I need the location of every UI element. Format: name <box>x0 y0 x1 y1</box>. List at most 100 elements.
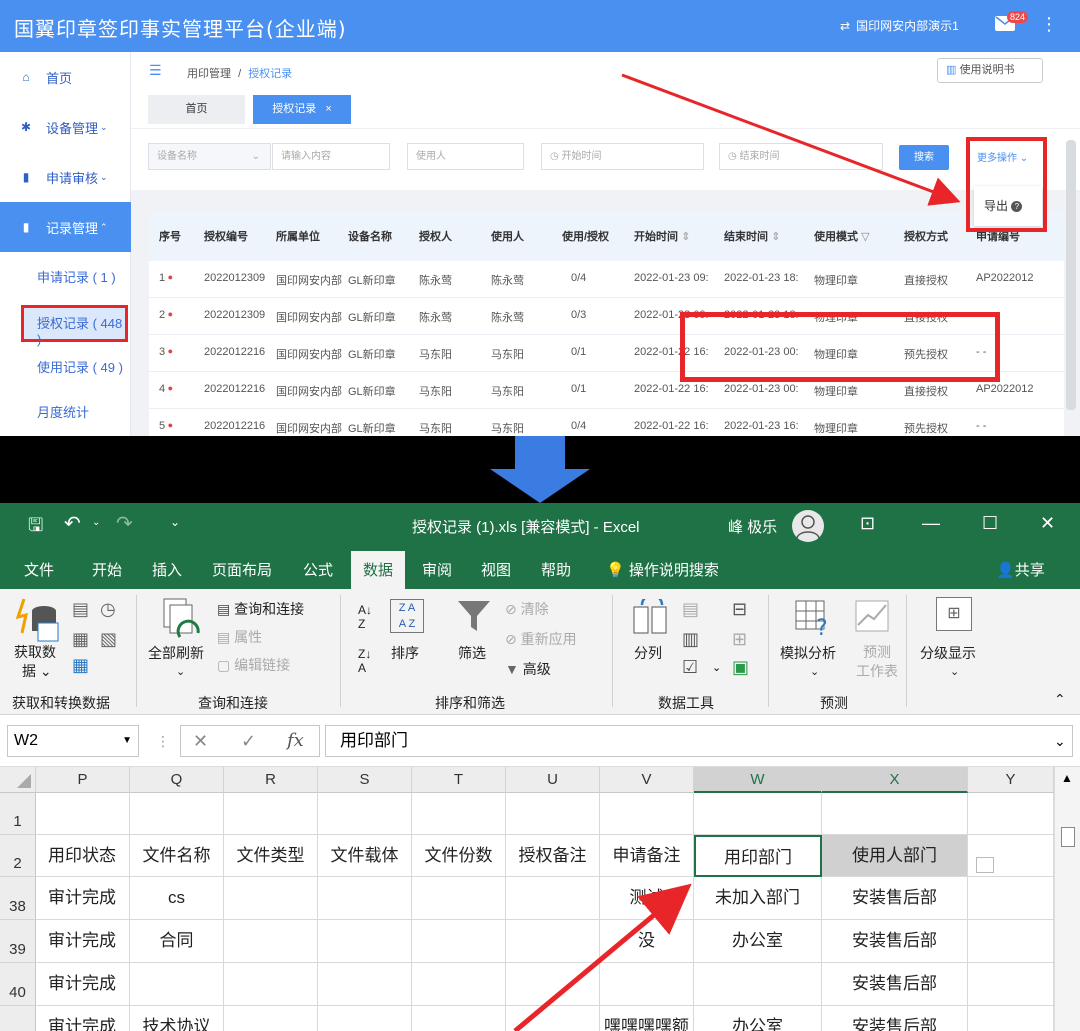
export-menu-item[interactable]: 导出 ? <box>974 186 1042 226</box>
spreadsheet-cell[interactable] <box>694 793 822 835</box>
close-icon[interactable]: ✕ <box>1040 513 1055 534</box>
th-start-time[interactable]: 开始时间 ⇕ <box>634 228 714 244</box>
spreadsheet-cell[interactable]: cs <box>130 877 224 920</box>
quick-analysis-icon[interactable] <box>976 857 994 873</box>
tab-data[interactable]: 数据 <box>351 551 406 589</box>
spreadsheet-cell[interactable] <box>224 793 318 835</box>
share-button[interactable]: 👤共享 <box>996 559 1045 580</box>
insert-function-icon[interactable]: fx <box>287 726 304 756</box>
save-icon[interactable]: 🖫 <box>28 513 43 543</box>
spreadsheet-cell[interactable]: 没 <box>600 920 694 963</box>
search-button[interactable]: 搜索 <box>899 145 949 170</box>
consolidate-icon[interactable]: ⊟ <box>732 599 747 620</box>
sidebar-item-home[interactable]: ⌂ 首页 <box>0 52 131 102</box>
table-row[interactable]: 1 ● 2022012309 国印网安内部 GL新印章 陈永莺 陈永莺 0/4 2022-01… <box>149 261 1064 298</box>
caret-down-icon[interactable]: ▼ <box>122 726 132 756</box>
sidebar-item-review[interactable]: ▮ 申请审核 ⌄ <box>0 152 131 202</box>
sort-button[interactable]: 排序 <box>391 643 419 663</box>
sidebar-sub-auth-records[interactable]: 授权记录 ( 448 ) <box>37 313 130 347</box>
spreadsheet-cell[interactable]: 用印部门 <box>694 835 822 877</box>
tab-formulas[interactable]: 公式 <box>303 559 333 580</box>
maximize-icon[interactable]: ☐ <box>982 513 998 534</box>
chevron-down-icon[interactable]: ⌄ <box>810 665 819 678</box>
spreadsheet-cell[interactable]: 技术协议 <box>130 1006 224 1031</box>
spreadsheet-cell[interactable] <box>318 1006 412 1031</box>
spreadsheet-cell[interactable] <box>36 793 130 835</box>
drag-handle-icon[interactable]: ⋮ <box>156 733 170 750</box>
spreadsheet-cell[interactable] <box>968 877 1054 920</box>
chevron-down-icon[interactable]: ⌄ <box>712 661 721 674</box>
spreadsheet-cell[interactable] <box>130 963 224 1006</box>
spreadsheet-cell[interactable] <box>968 963 1054 1006</box>
select-all-corner[interactable] <box>0 767 36 793</box>
properties-button[interactable]: ▤ 属性 <box>217 627 262 647</box>
sidebar-sub-use-records[interactable]: 使用记录 ( 49 ) <box>37 357 123 376</box>
table-row[interactable]: 5 ● 2022012216 国印网安内部 GL新印章 马东阳 马东阳 0/4 2022-01… <box>149 409 1064 436</box>
ribbon-display-icon[interactable]: ⊡ <box>860 513 875 534</box>
edit-links-button[interactable]: ▢ 编辑链接 <box>217 655 290 675</box>
sort-icon[interactable]: ⇕ <box>681 231 690 243</box>
spreadsheet-cell[interactable] <box>968 793 1054 835</box>
data-validation-icon[interactable]: ☑ <box>682 657 698 678</box>
get-data-button[interactable]: 获取数据 ⌄ <box>14 643 56 681</box>
spreadsheet-cell[interactable]: 使用人部门 <box>822 835 968 877</box>
spreadsheet-cell[interactable]: 文件载体 <box>318 835 412 877</box>
vertical-scrollbar[interactable]: ▲ <box>1054 767 1080 1031</box>
spreadsheet-cell[interactable]: 审计完成 <box>36 1006 130 1031</box>
menu-toggle-icon[interactable]: ☰ <box>149 62 162 79</box>
sort-za-button[interactable]: Z↓ A <box>358 647 371 675</box>
tab-view[interactable]: 视图 <box>481 559 511 580</box>
breadcrumb-parent[interactable]: 用印管理 <box>187 68 231 80</box>
column-header-x[interactable]: X <box>822 767 968 793</box>
spreadsheet-cell[interactable] <box>412 920 506 963</box>
row-header[interactable]: 38 <box>0 877 36 920</box>
start-time-input[interactable]: ◷ 开始时间 <box>541 143 704 170</box>
scrollbar[interactable] <box>1066 140 1076 410</box>
name-box[interactable]: W2 ▼ <box>7 725 139 757</box>
reapply-button[interactable]: ⊘ 重新应用 <box>505 629 577 649</box>
collapse-ribbon-icon[interactable]: ⌃ <box>1054 691 1066 708</box>
spreadsheet-cell[interactable]: 授权备注 <box>506 835 600 877</box>
sort-icon[interactable]: ⇕ <box>771 231 780 243</box>
formula-input[interactable]: 用印部门 <box>325 725 1073 757</box>
data-model-icon[interactable]: ▣ <box>732 657 749 678</box>
scroll-thumb[interactable] <box>1061 827 1075 847</box>
chevron-down-icon[interactable]: ⌄ <box>950 665 959 678</box>
tab-review[interactable]: 审阅 <box>422 559 452 580</box>
spreadsheet-cell[interactable] <box>968 920 1054 963</box>
spreadsheet-cell[interactable] <box>224 1006 318 1031</box>
spreadsheet-cell[interactable]: 安装售后部 <box>822 1006 968 1031</box>
spreadsheet-cell[interactable] <box>506 920 600 963</box>
end-time-input[interactable]: ◷ 结束时间 <box>719 143 883 170</box>
spreadsheet-cell[interactable] <box>822 793 968 835</box>
spreadsheet-cell[interactable] <box>224 963 318 1006</box>
remove-duplicates-icon[interactable]: ▥ <box>682 629 699 650</box>
customize-qat-icon[interactable]: ⌄ <box>170 515 180 529</box>
spreadsheet-cell[interactable] <box>412 1006 506 1031</box>
spreadsheet-cell[interactable] <box>600 963 694 1006</box>
chevron-down-icon[interactable]: ⌄ <box>92 517 100 528</box>
column-header-t[interactable]: T <box>412 767 506 793</box>
spreadsheet-cell[interactable] <box>412 963 506 1006</box>
queries-connections-button[interactable]: ▤ 查询和连接 <box>217 599 304 619</box>
expand-formula-icon[interactable]: ⌄ <box>1054 733 1066 750</box>
column-header-s[interactable]: S <box>318 767 412 793</box>
flash-fill-icon[interactable]: ▤ <box>682 599 699 620</box>
from-text-icon[interactable]: ▤ <box>72 599 89 620</box>
spreadsheet-cell[interactable]: 审计完成 <box>36 963 130 1006</box>
chevron-down-icon[interactable]: ⌄ <box>176 665 185 678</box>
keyword-input[interactable]: 请输入内容 <box>272 143 390 170</box>
spreadsheet-cell[interactable] <box>318 793 412 835</box>
spreadsheet-cell[interactable] <box>506 877 600 920</box>
cancel-icon[interactable]: ✕ <box>193 726 208 756</box>
column-header-v[interactable]: V <box>600 767 694 793</box>
advanced-button[interactable]: ▼ 高级 <box>505 659 551 679</box>
from-web-icon[interactable]: ◷ <box>100 599 116 620</box>
th-mode[interactable]: 使用模式 ▽ <box>814 228 894 244</box>
spreadsheet-cell[interactable] <box>224 920 318 963</box>
column-header-y[interactable]: Y <box>968 767 1054 793</box>
spreadsheet-cell[interactable]: 测试 <box>600 877 694 920</box>
column-header-u[interactable]: U <box>506 767 600 793</box>
spreadsheet-cell[interactable] <box>412 877 506 920</box>
sort-az-button[interactable]: A↓ Z <box>358 603 372 631</box>
